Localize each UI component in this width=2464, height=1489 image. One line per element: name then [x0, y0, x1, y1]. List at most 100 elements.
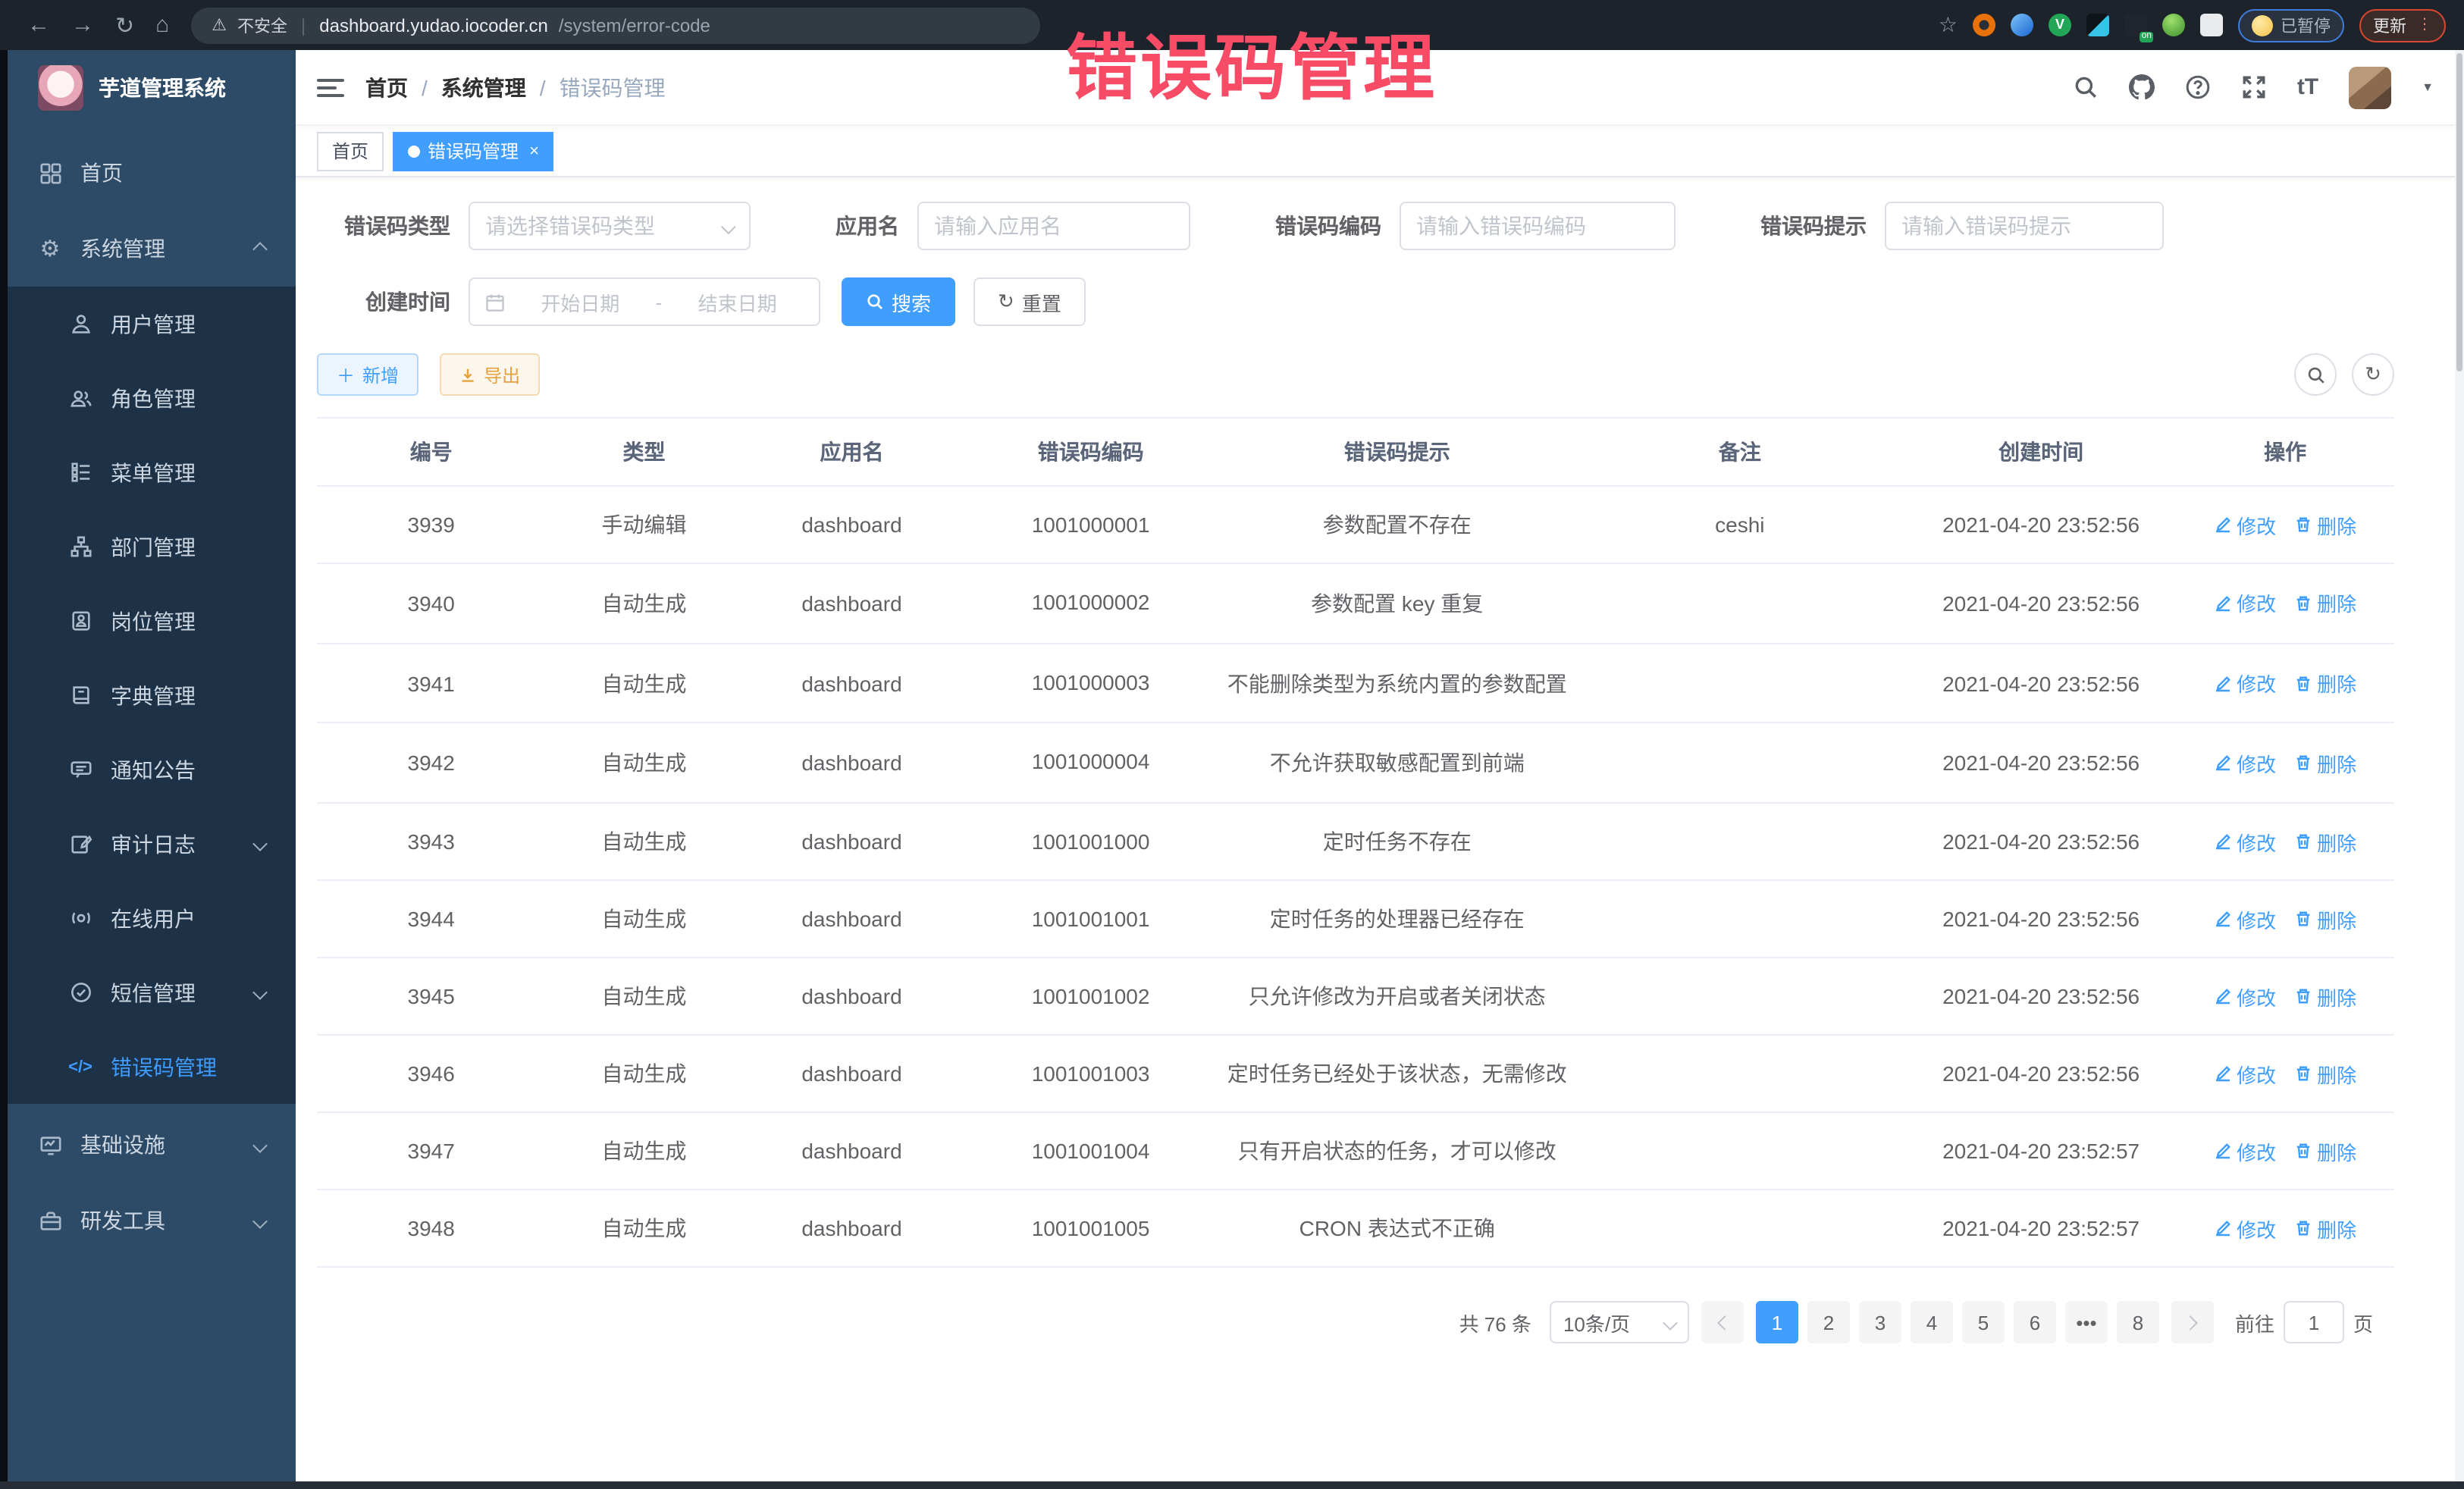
avatar-caret-icon[interactable]: ▼: [2422, 80, 2434, 94]
goto-page-input[interactable]: [2284, 1301, 2344, 1343]
page-button[interactable]: 5: [1962, 1301, 2005, 1343]
chrome-menu-icon[interactable]: ⋮: [2417, 17, 2432, 33]
extension-icon-puzzle[interactable]: [2200, 14, 2223, 36]
date-start-placeholder[interactable]: 开始日期: [514, 287, 647, 316]
date-range-picker[interactable]: 开始日期 - 结束日期: [469, 277, 820, 326]
page-size-select[interactable]: 10条/页: [1550, 1301, 1689, 1343]
reset-button[interactable]: ↻ 重置: [973, 277, 1086, 326]
search-button[interactable]: 搜索: [842, 277, 955, 326]
reload-icon[interactable]: ↻: [115, 11, 134, 39]
edit-link[interactable]: 修改: [2214, 982, 2276, 1011]
delete-link[interactable]: 删除: [2294, 904, 2356, 933]
filter-msg-label: 错误码提示: [1760, 211, 1867, 241]
page-button[interactable]: 2: [1807, 1301, 1850, 1343]
delete-link[interactable]: 删除: [2294, 669, 2356, 697]
add-button[interactable]: ＋ 新增: [317, 353, 419, 396]
delete-link[interactable]: 删除: [2294, 748, 2356, 777]
delete-link[interactable]: 删除: [2294, 1136, 2356, 1165]
delete-link[interactable]: 删除: [2294, 982, 2356, 1011]
font-size-icon[interactable]: tT: [2297, 74, 2318, 100]
app-name-field[interactable]: [934, 214, 1174, 238]
next-page-button[interactable]: [2171, 1301, 2214, 1343]
sidebar-item-notice[interactable]: 通知公告: [8, 732, 296, 807]
address-bar[interactable]: ⚠ 不安全 | dashboard.yudao.iocoder.cn/syste…: [190, 7, 1039, 43]
help-icon[interactable]: [2185, 74, 2211, 100]
edit-link[interactable]: 修改: [2214, 1059, 2276, 1088]
profile-chip[interactable]: 已暂停: [2238, 8, 2344, 42]
sidebar-item-infra[interactable]: 基础设施: [8, 1107, 296, 1183]
extension-icon-grid[interactable]: [2086, 14, 2109, 36]
sidebar-item-posts[interactable]: 岗位管理: [8, 584, 296, 658]
extension-icon-plant[interactable]: [2162, 14, 2185, 36]
sidebar-item-devtools[interactable]: 研发工具: [8, 1183, 296, 1259]
sidebar-item-users[interactable]: 用户管理: [8, 287, 296, 361]
sidebar-item-online-users[interactable]: 在线用户: [8, 881, 296, 955]
edit-link[interactable]: 修改: [2214, 827, 2276, 856]
tag-error-code[interactable]: 错误码管理 ×: [393, 131, 554, 171]
export-button[interactable]: 导出: [440, 353, 540, 396]
fullscreen-icon[interactable]: [2241, 74, 2267, 100]
cell-remark: [1574, 1035, 1906, 1112]
page-button[interactable]: 3: [1859, 1301, 1901, 1343]
error-code-field[interactable]: [1416, 214, 1659, 238]
error-msg-field[interactable]: [1901, 214, 2147, 238]
hamburger-icon[interactable]: [317, 74, 344, 101]
scrollbar-thumb[interactable]: [2456, 53, 2462, 371]
search-icon[interactable]: [2073, 74, 2099, 100]
bookmark-star-icon[interactable]: ☆: [1939, 12, 1958, 38]
tag-close-icon[interactable]: ×: [529, 142, 539, 160]
delete-link[interactable]: 删除: [2294, 1214, 2356, 1243]
page-button[interactable]: •••: [2065, 1301, 2108, 1343]
delete-link[interactable]: 删除: [2294, 510, 2356, 539]
sidebar-item-system[interactable]: ⚙ 系统管理: [8, 211, 296, 287]
edit-link[interactable]: 修改: [2214, 510, 2276, 539]
extension-icon-list[interactable]: on: [2124, 14, 2147, 36]
page-scrollbar[interactable]: [2455, 50, 2464, 1489]
sidebar-item-menus[interactable]: 菜单管理: [8, 435, 296, 509]
edit-link[interactable]: 修改: [2214, 669, 2276, 697]
page-button[interactable]: 8: [2117, 1301, 2159, 1343]
edit-link[interactable]: 修改: [2214, 589, 2276, 618]
prev-page-button[interactable]: [1701, 1301, 1744, 1343]
page-button[interactable]: 6: [2014, 1301, 2056, 1343]
page-size-value: 10条/页: [1563, 1308, 1630, 1337]
user-avatar[interactable]: [2349, 66, 2391, 108]
delete-link[interactable]: 删除: [2294, 827, 2356, 856]
toggle-search-button[interactable]: [2294, 353, 2337, 396]
edit-link[interactable]: 修改: [2214, 1214, 2276, 1243]
home-icon[interactable]: ⌂: [155, 12, 169, 38]
window-bottom-edge: [0, 1481, 2464, 1489]
sidebar-item-audit-log[interactable]: 审计日志: [8, 807, 296, 881]
github-icon[interactable]: [2129, 74, 2155, 100]
error-code-input[interactable]: [1400, 202, 1676, 250]
sidebar-item-sms[interactable]: 短信管理: [8, 955, 296, 1030]
forward-icon[interactable]: →: [71, 12, 94, 38]
back-icon[interactable]: ←: [27, 12, 50, 38]
extension-icon-gem[interactable]: [2011, 14, 2033, 36]
sidebar-item-home[interactable]: 首页: [8, 135, 296, 211]
app-name-input[interactable]: [917, 202, 1190, 250]
update-button[interactable]: 更新 ⋮: [2359, 8, 2446, 42]
error-msg-input[interactable]: [1885, 202, 2164, 250]
sidebar-item-roles[interactable]: 角色管理: [8, 361, 296, 435]
error-type-select-input[interactable]: [485, 214, 715, 238]
sidebar-item-dict[interactable]: 字典管理: [8, 658, 296, 732]
refresh-table-button[interactable]: ↻: [2352, 353, 2394, 396]
error-type-select[interactable]: [469, 202, 751, 250]
sidebar-item-depts[interactable]: 部门管理: [8, 509, 296, 584]
extension-icon-orange[interactable]: [1973, 14, 1995, 36]
sidebar-item-error-code[interactable]: </> 错误码管理: [8, 1030, 296, 1104]
tag-home[interactable]: 首页: [317, 131, 384, 171]
date-end-placeholder[interactable]: 结束日期: [671, 287, 804, 316]
breadcrumb-home[interactable]: 首页: [365, 72, 408, 102]
edit-link[interactable]: 修改: [2214, 748, 2276, 777]
sidebar-logo[interactable]: 芋道管理系统: [8, 50, 296, 126]
page-button[interactable]: 1: [1756, 1301, 1798, 1343]
delete-link[interactable]: 删除: [2294, 589, 2356, 618]
edit-link[interactable]: 修改: [2214, 1136, 2276, 1165]
edit-link[interactable]: 修改: [2214, 904, 2276, 933]
delete-link[interactable]: 删除: [2294, 1059, 2356, 1088]
breadcrumb-system[interactable]: 系统管理: [441, 72, 526, 102]
page-button[interactable]: 4: [1911, 1301, 1953, 1343]
extension-icon-green-v[interactable]: V: [2049, 14, 2071, 36]
